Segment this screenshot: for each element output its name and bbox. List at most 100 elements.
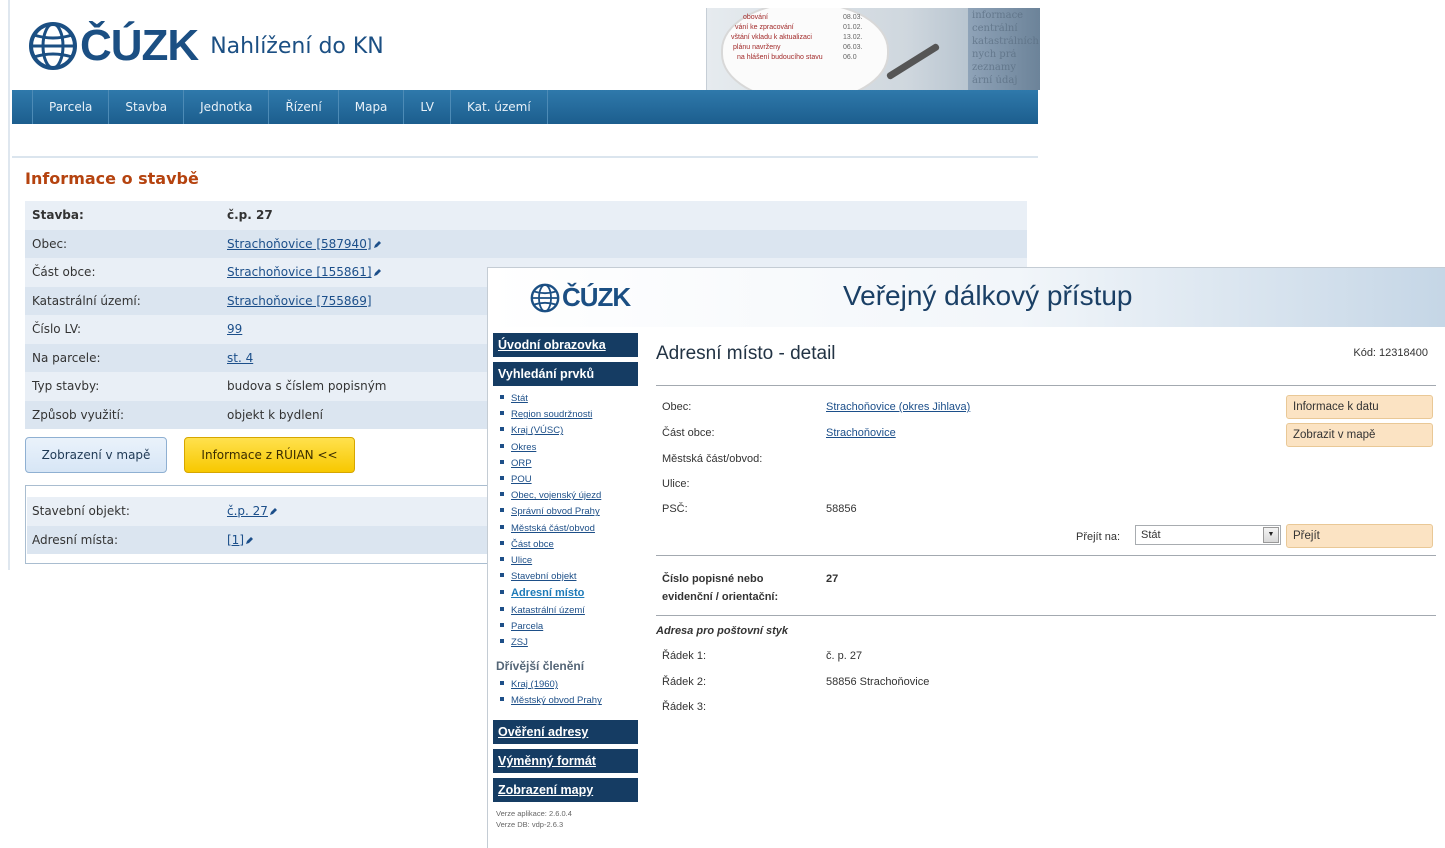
row2-value: 58856 Strachoňovice xyxy=(826,676,930,688)
sidebar-search-heading: Vyhledání prvků xyxy=(493,362,638,386)
sidebar-older-heading: Dřívější členění xyxy=(496,659,585,674)
row-value: č.p. 27 xyxy=(227,208,273,223)
show-map-button[interactable]: Zobrazit v mapě xyxy=(1286,423,1433,447)
banner-text: na hlášení budoucího stavu xyxy=(737,54,823,61)
stavebni-objekt-link[interactable]: č.p. 27 xyxy=(227,504,268,518)
pencil-icon[interactable] xyxy=(373,266,382,277)
sidebar-item[interactable]: Obec, vojenský újezd xyxy=(500,488,638,504)
banner-date: 13.02. xyxy=(843,34,863,41)
vdp-window: ČÚZK Veřejný dálkový přístup Úvodní obra… xyxy=(487,267,1445,848)
logo-text: ČÚZK xyxy=(562,282,631,312)
row-label: Stavební objekt: xyxy=(32,504,130,519)
magnifier-icon xyxy=(885,42,941,81)
sidebar-item[interactable]: Okres xyxy=(500,440,638,456)
goto-label: Přejít na: xyxy=(1076,531,1121,543)
sidebar-item[interactable]: Ulice xyxy=(500,553,638,569)
cast-obce-label: Část obce: xyxy=(662,427,715,439)
main-nav: Parcela Stavba Jednotka Řízení Mapa LV K… xyxy=(12,90,1038,124)
sidebar-item[interactable]: Parcela xyxy=(500,619,638,635)
divider xyxy=(12,156,1038,158)
banner-word: katastrálních xyxy=(972,36,1039,47)
sidebar-item[interactable]: ORP xyxy=(500,456,638,472)
nav-mapa[interactable]: Mapa xyxy=(339,90,405,124)
nav-lv[interactable]: LV xyxy=(404,90,451,124)
ruian-info-button[interactable]: Informace z RÚIAN << xyxy=(184,437,355,473)
nav-jednotka[interactable]: Jednotka xyxy=(184,90,270,124)
cuzk-logo[interactable]: ČÚZK xyxy=(530,282,631,313)
banner-text: vání ke zpracování xyxy=(735,24,794,31)
row-label: Na parcele: xyxy=(32,350,101,365)
mestska-cast-label: Městská část/obvod: xyxy=(662,453,763,465)
sidebar-mapview[interactable]: Zobrazení mapy xyxy=(493,777,638,802)
sidebar-item[interactable]: ZSJ xyxy=(500,635,638,651)
sidebar-item[interactable]: Městská část/obvod xyxy=(500,521,638,537)
pencil-icon[interactable] xyxy=(373,238,382,248)
row-label: Způsob využití: xyxy=(32,407,124,422)
banner-word: zeznamy xyxy=(972,62,1016,73)
sidebar-item[interactable]: Kraj (1960) xyxy=(500,677,638,693)
sidebar-exchange[interactable]: Výměnný formát xyxy=(493,748,638,773)
banner-date: 08.03. xyxy=(843,14,863,21)
globe-icon xyxy=(530,283,560,313)
banner-word: informace xyxy=(972,10,1024,21)
nav-kat-uzemi[interactable]: Kat. území xyxy=(451,90,548,124)
parcela-link[interactable]: st. 4 xyxy=(227,351,253,365)
row-label: Stavba: xyxy=(32,208,84,223)
version-info: Verze aplikace: 2.6.0.4 Verze DB: vdp-2.… xyxy=(496,808,638,830)
cast-obce-link[interactable]: Strachoňovice xyxy=(826,427,896,439)
table-row: Obec: Strachoňovice [587940] xyxy=(25,229,1027,258)
page-title: Veřejný dálkový přístup xyxy=(843,280,1133,311)
sidebar-item[interactable]: Kraj (VÚSC) xyxy=(500,423,638,439)
kat-uzemi-link[interactable]: Strachoňovice [755869] xyxy=(227,294,372,308)
goto-select[interactable]: Stát ▼ xyxy=(1135,525,1281,545)
banner-date: 06.0 xyxy=(843,54,857,61)
divider xyxy=(656,385,1436,386)
header-banner: obování vání ke zpracování vštání vkladu… xyxy=(706,8,1040,90)
sidebar-verify[interactable]: Ověření adresy xyxy=(493,719,638,744)
sidebar-item[interactable]: Část obce xyxy=(500,537,638,553)
pencil-icon[interactable] xyxy=(245,534,254,544)
adresni-mista-link[interactable]: [1] xyxy=(227,533,244,547)
date-info-button[interactable]: Informace k datu xyxy=(1286,395,1433,419)
version-db: Verze DB: vdp-2.6.3 xyxy=(496,819,564,829)
nav-stavba[interactable]: Stavba xyxy=(109,90,185,124)
row1-value: č. p. 27 xyxy=(826,650,863,662)
nav-parcela[interactable]: Parcela xyxy=(32,90,110,124)
banner-text: vštání vkladu k aktualizaci xyxy=(731,34,812,41)
nav-rizeni[interactable]: Řízení xyxy=(269,90,339,124)
row1-label: Řádek 1: xyxy=(662,650,707,662)
logo-text: ČÚZK xyxy=(80,21,199,70)
table-row: Stavba: č.p. 27 xyxy=(25,201,1027,230)
postal-address-title: Adresa pro poštovní styk xyxy=(656,625,789,637)
sidebar-item[interactable]: POU xyxy=(500,472,638,488)
sidebar-item[interactable]: Stavební objekt xyxy=(500,569,638,585)
cuzk-logo[interactable]: ČÚZK Nahlížení do KN xyxy=(28,18,384,74)
sidebar-item[interactable]: Stát xyxy=(500,391,638,407)
show-map-button[interactable]: Zobrazení v mapě xyxy=(25,437,167,473)
obec-link[interactable]: Strachoňovice (okres Jihlava) xyxy=(826,401,970,413)
obec-link[interactable]: Strachoňovice [587940] xyxy=(227,237,372,251)
psc-label: PSČ: xyxy=(662,503,688,515)
detail-title: Adresní místo - detail xyxy=(656,343,836,364)
banner-text: obování xyxy=(743,14,768,21)
row-label: Typ stavby: xyxy=(32,379,100,394)
goto-button[interactable]: Přejít xyxy=(1286,524,1433,548)
cast-obce-link[interactable]: Strachoňovice [155861] xyxy=(227,265,372,279)
row3-label: Řádek 3: xyxy=(662,701,707,713)
sidebar-item[interactable]: Region soudržnosti xyxy=(500,407,638,423)
banner-date: 06.03. xyxy=(843,44,863,51)
sidebar-older-list: Kraj (1960) Městský obvod Prahy xyxy=(500,677,638,709)
cislo-value: 27 xyxy=(826,573,839,585)
chevron-down-icon[interactable]: ▼ xyxy=(1263,527,1279,543)
version-app: Verze aplikace: 2.6.0.4 xyxy=(496,808,572,818)
sidebar-item-active[interactable]: Adresní místo xyxy=(500,585,638,602)
divider xyxy=(8,0,10,570)
sidebar-home[interactable]: Úvodní obrazovka xyxy=(493,333,638,357)
goto-selected-value: Stát xyxy=(1141,529,1161,541)
sidebar-item[interactable]: Městský obvod Prahy xyxy=(500,693,638,709)
sidebar-item[interactable]: Katastrální území xyxy=(500,603,638,619)
lv-link[interactable]: 99 xyxy=(227,322,242,336)
detail-code: Kód: 12318400 xyxy=(1353,347,1428,359)
pencil-icon[interactable] xyxy=(269,505,278,516)
sidebar-item[interactable]: Správní obvod Prahy xyxy=(500,504,638,520)
